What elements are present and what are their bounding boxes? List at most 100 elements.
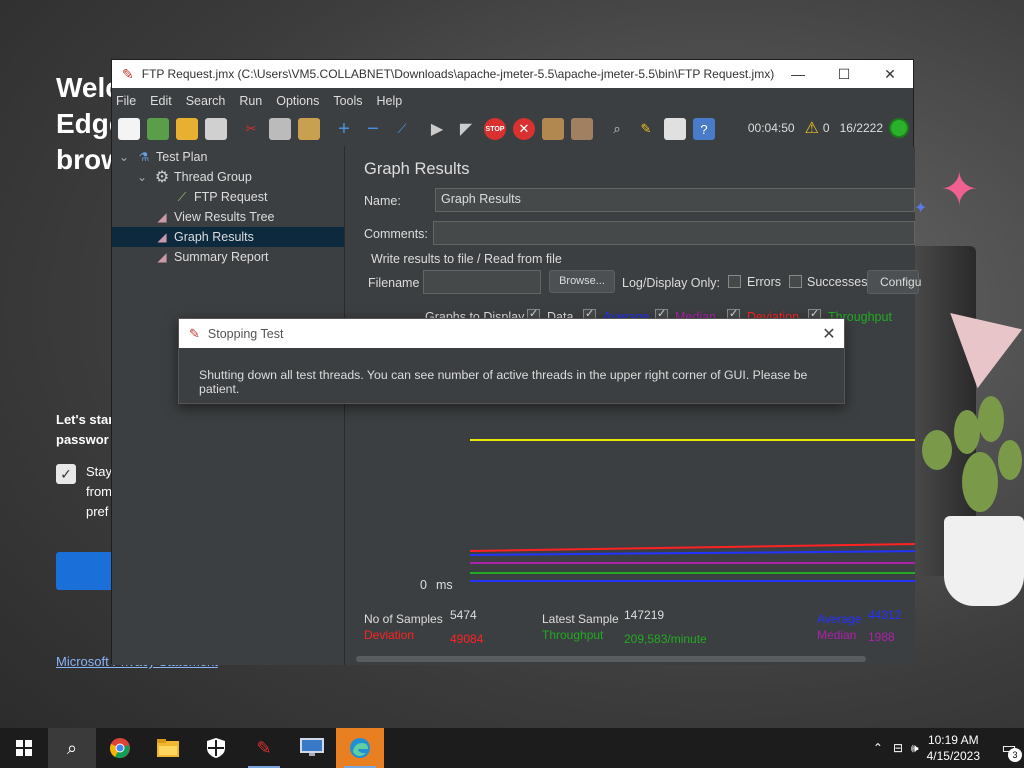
start-no-pauses-icon[interactable]: ◤	[455, 118, 477, 140]
latest-value: 147219	[624, 608, 665, 622]
data-line	[470, 439, 915, 441]
search-icon[interactable]: ⌕	[48, 728, 96, 768]
start-icon[interactable]	[0, 728, 48, 768]
file-explorer-icon[interactable]	[144, 728, 192, 768]
throughput-value: 209,583/minute	[624, 632, 707, 646]
warning-icon[interactable]: ⚠	[805, 118, 819, 138]
new-icon[interactable]	[118, 118, 140, 140]
menu-options[interactable]: Options	[276, 94, 319, 108]
edge-continue-button[interactable]	[56, 552, 116, 590]
chevron-down-icon[interactable]: ⌄	[134, 170, 150, 184]
menu-help[interactable]: Help	[377, 94, 403, 108]
dialog-message: Shutting down all test threads. You can …	[199, 368, 808, 396]
stop-icon[interactable]: STOP	[484, 118, 506, 140]
comments-label: Comments:	[364, 227, 428, 241]
axis-unit: ms	[436, 578, 453, 592]
browse-button[interactable]: Browse...	[549, 270, 615, 293]
paste-icon[interactable]	[298, 118, 320, 140]
templates-icon[interactable]	[147, 118, 169, 140]
notification-count: 3	[1008, 748, 1022, 762]
samples-label: No of Samples	[364, 612, 443, 626]
tree-item-ftp-request[interactable]: ⟋ FTP Request	[174, 187, 268, 207]
log-display-label: Log/Display Only:	[622, 276, 720, 290]
clear-icon[interactable]	[542, 118, 564, 140]
median-label: Median	[817, 628, 857, 642]
average-value: 44312	[868, 608, 902, 622]
remote-desktop-icon[interactable]	[288, 728, 336, 768]
close-button[interactable]: ✕	[867, 66, 913, 83]
clear-all-icon[interactable]	[571, 118, 593, 140]
throughput-label: Throughput	[542, 628, 604, 642]
menu-file[interactable]: File	[116, 94, 136, 108]
edge-icon[interactable]	[336, 728, 384, 768]
results-graph	[469, 426, 915, 586]
errors-checkbox[interactable]	[728, 275, 741, 288]
menu-search[interactable]: Search	[186, 94, 226, 108]
maximize-button[interactable]: ☐	[821, 66, 867, 83]
tree-item-test-plan[interactable]: ⌄ ⚗ Test Plan	[116, 147, 207, 167]
stay-signed-label: Stay from pref	[86, 464, 113, 519]
tree-item-graph-results[interactable]: ◢ Graph Results	[112, 227, 344, 247]
median-value: 1988	[868, 630, 895, 644]
menu-tools[interactable]: Tools	[333, 94, 362, 108]
configure-button[interactable]: Configu	[867, 270, 921, 294]
listener-icon: ◢	[157, 250, 167, 264]
dialog-title: Stopping Test	[207, 326, 284, 341]
chevron-up-icon[interactable]: ⌃	[873, 741, 883, 755]
menu-edit[interactable]: Edit	[150, 94, 172, 108]
menu-run[interactable]: Run	[239, 94, 262, 108]
collapse-icon[interactable]: −	[362, 118, 384, 140]
search-icon[interactable]: ⌕	[606, 118, 628, 140]
tree-item-view-results-tree[interactable]: ◢ View Results Tree	[154, 207, 274, 227]
network-icon[interactable]: ⊟	[893, 741, 903, 755]
help-icon[interactable]: ?	[693, 118, 715, 140]
stay-signed-checkbox[interactable]: ✓	[56, 464, 76, 484]
running-indicator-icon	[889, 118, 909, 138]
notification-icon[interactable]: ▭ 3	[994, 738, 1024, 762]
tree-item-thread-group[interactable]: ⌄ ⚙ Thread Group	[134, 167, 252, 187]
chevron-down-icon[interactable]: ⌄	[116, 150, 132, 164]
volume-icon[interactable]: 🕪	[911, 741, 919, 756]
horizontal-scrollbar[interactable]	[356, 656, 866, 662]
function-helper-icon[interactable]	[664, 118, 686, 140]
successes-checkbox[interactable]	[789, 275, 802, 288]
test-plan-tree: ⌄ ⚗ Test Plan ⌄ ⚙ Thread Group ⟋ FTP Req…	[112, 146, 344, 665]
errors-label: Errors	[747, 275, 782, 289]
file-section-label: Write results to file / Read from file	[371, 252, 562, 266]
test-plan-icon: ⚗	[138, 150, 150, 164]
minimize-button[interactable]: —	[775, 66, 821, 82]
dialog-titlebar[interactable]: ✎ Stopping Test ✕	[179, 319, 844, 348]
edge-sub-text: Let's star passwor	[56, 412, 114, 447]
toggle-icon[interactable]: ⟋	[391, 118, 413, 140]
listener-icon: ◢	[157, 210, 167, 224]
panel-title: Graph Results	[364, 160, 470, 178]
splitter[interactable]	[344, 146, 352, 665]
start-icon[interactable]: ▶	[426, 118, 448, 140]
reset-search-icon[interactable]: ✎	[635, 118, 657, 140]
system-tray: ⌃ ⊟ 🕪 10:19 AM 4/15/2023 ▭ 3	[873, 728, 1024, 768]
copy-icon[interactable]	[269, 118, 291, 140]
shutdown-icon[interactable]: ✕	[513, 118, 535, 140]
menu-bar: File Edit Search Run Options Tools Help	[112, 88, 913, 114]
jmeter-icon[interactable]: ✎	[240, 728, 288, 768]
axis-zero: 0	[420, 578, 427, 592]
listener-icon: ◢	[157, 230, 167, 244]
save-icon[interactable]	[205, 118, 227, 140]
security-icon[interactable]	[192, 728, 240, 768]
taskbar: ⌕ ✎ ⌃ ⊟ 🕪 10:19 AM 4/15/2023 ▭ 3	[0, 728, 1024, 768]
average-line	[469, 550, 915, 556]
dialog-close-button[interactable]: ✕	[814, 324, 844, 344]
jmeter-titlebar[interactable]: ✎ FTP Request.jmx (C:\Users\VM5.COLLABNE…	[112, 60, 913, 88]
comments-field[interactable]	[433, 221, 915, 245]
tree-item-summary-report[interactable]: ◢ Summary Report	[154, 247, 268, 267]
elapsed-time: 00:04:50	[747, 121, 795, 135]
chrome-icon[interactable]	[96, 728, 144, 768]
filename-field[interactable]	[423, 270, 541, 294]
expand-icon[interactable]: +	[333, 118, 355, 140]
average-label: Average	[817, 612, 862, 626]
cut-icon[interactable]: ✂	[240, 118, 262, 140]
average-baseline	[470, 580, 915, 582]
clock[interactable]: 10:19 AM 4/15/2023	[927, 732, 980, 764]
open-icon[interactable]	[176, 118, 198, 140]
name-field[interactable]: Graph Results	[435, 188, 915, 212]
